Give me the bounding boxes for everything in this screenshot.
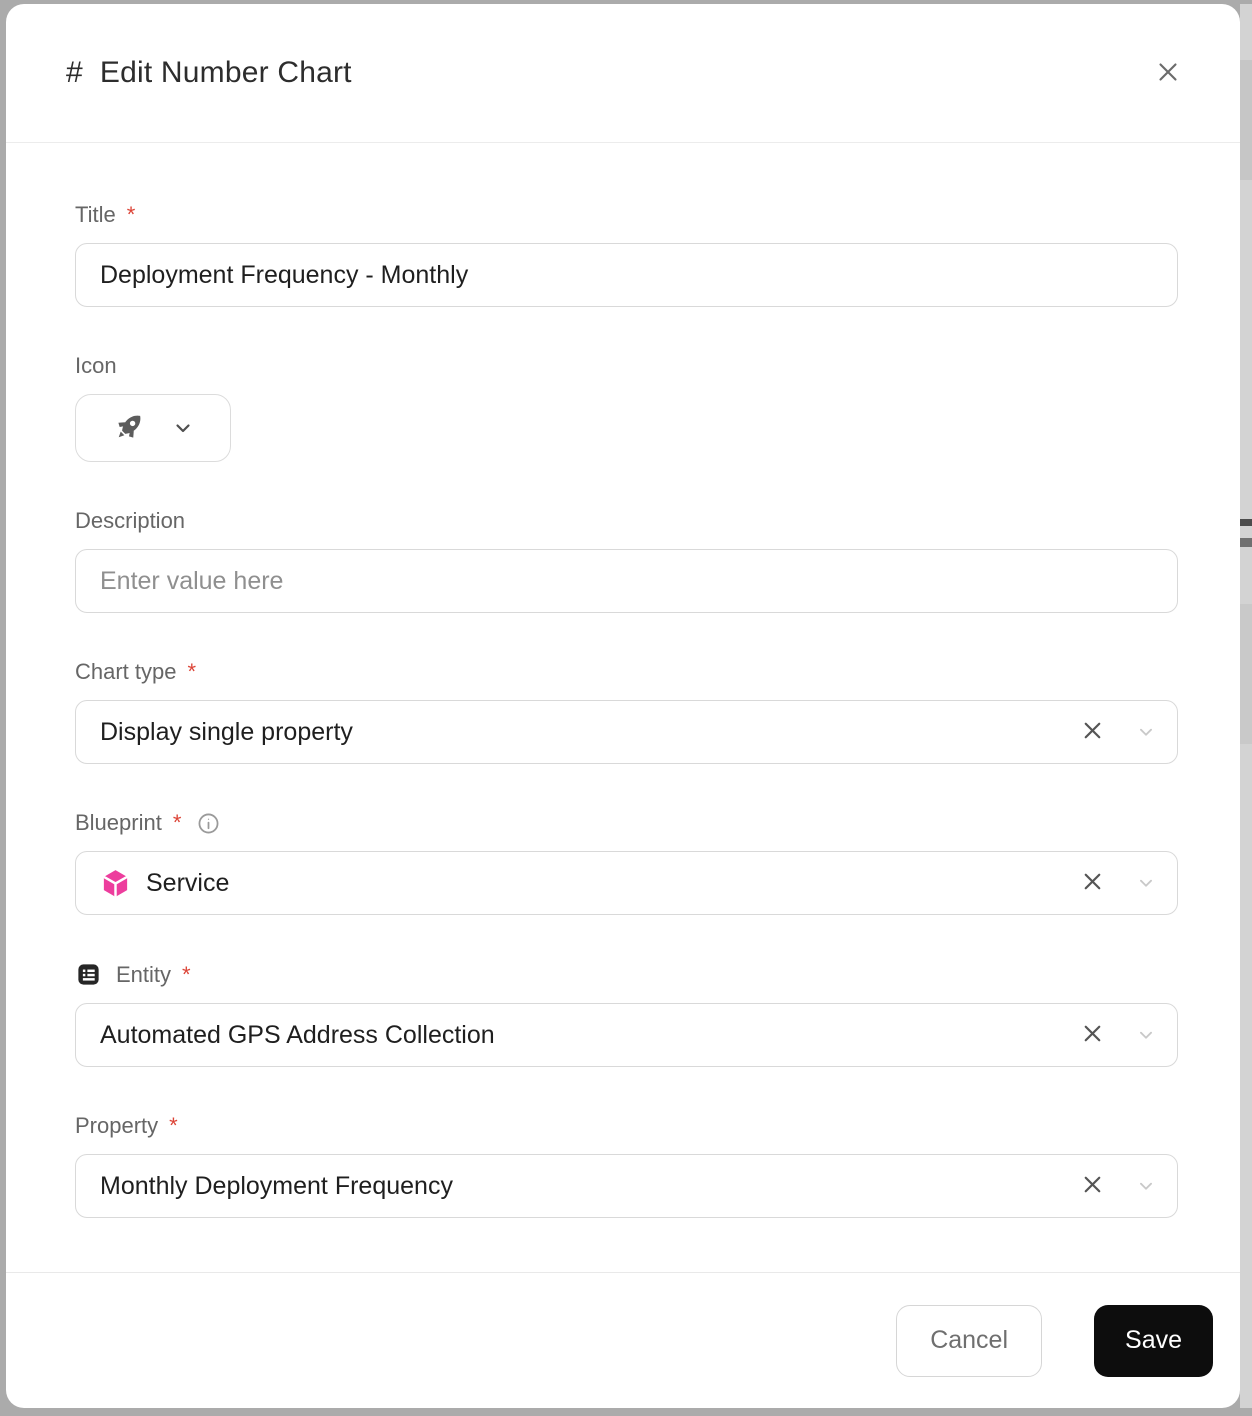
chevron-down-icon[interactable] <box>1135 1175 1157 1197</box>
dialog-header: # Edit Number Chart <box>6 4 1240 143</box>
chevron-down-icon[interactable] <box>1135 721 1157 743</box>
clear-icon <box>1080 718 1105 746</box>
blueprint-field-group: Blueprint * Service <box>75 810 1178 915</box>
save-button[interactable]: Save <box>1094 1305 1213 1377</box>
property-select[interactable]: Monthly Deployment Frequency <box>75 1154 1178 1218</box>
chevron-down-icon[interactable] <box>1135 872 1157 894</box>
property-label: Property <box>75 1113 158 1139</box>
title-field-group: Title * <box>75 202 1178 307</box>
chart-type-label: Chart type <box>75 659 177 685</box>
icon-label: Icon <box>75 353 117 379</box>
blueprint-label: Blueprint <box>75 810 162 836</box>
entity-value: Automated GPS Address Collection <box>100 1021 1078 1050</box>
close-button[interactable] <box>1148 53 1188 93</box>
edit-number-chart-dialog: # Edit Number Chart Title * Icon <box>6 4 1240 1408</box>
dialog-footer: Cancel Save <box>6 1272 1240 1408</box>
rocket-icon <box>111 409 147 448</box>
chevron-down-icon[interactable] <box>1135 1024 1157 1046</box>
icon-field-group: Icon <box>75 353 1178 462</box>
description-label: Description <box>75 508 185 534</box>
cube-icon <box>100 868 131 899</box>
clear-icon <box>1080 1021 1105 1049</box>
clear-icon <box>1080 1172 1105 1200</box>
chart-type-value: Display single property <box>100 718 1078 747</box>
dialog-title: # Edit Number Chart <box>66 56 352 90</box>
property-clear-button[interactable] <box>1078 1172 1106 1200</box>
entity-select[interactable]: Automated GPS Address Collection <box>75 1003 1178 1067</box>
chart-type-select[interactable]: Display single property <box>75 700 1178 764</box>
property-field-group: Property * Monthly Deployment Frequency <box>75 1113 1178 1218</box>
icon-picker-button[interactable] <box>75 394 231 462</box>
blueprint-select[interactable]: Service <box>75 851 1178 915</box>
property-required-marker: * <box>169 1113 178 1139</box>
entity-field-group: Entity * Automated GPS Address Collection <box>75 961 1178 1067</box>
background-page-edge <box>1240 4 1252 1408</box>
chevron-down-icon <box>171 416 195 440</box>
blueprint-required-marker: * <box>173 810 182 836</box>
entity-required-marker: * <box>182 962 191 988</box>
description-field-group: Description <box>75 508 1178 613</box>
cancel-button[interactable]: Cancel <box>896 1305 1042 1377</box>
chart-type-required-marker: * <box>188 659 197 685</box>
dialog-title-text: Edit Number Chart <box>100 56 352 90</box>
list-icon <box>75 961 102 988</box>
chart-type-clear-button[interactable] <box>1078 718 1106 746</box>
blueprint-value: Service <box>146 869 1078 898</box>
chart-type-field-group: Chart type * Display single property <box>75 659 1178 764</box>
blueprint-clear-button[interactable] <box>1078 869 1106 897</box>
close-icon <box>1153 57 1183 90</box>
entity-clear-button[interactable] <box>1078 1021 1106 1049</box>
title-label: Title <box>75 202 116 228</box>
title-required-marker: * <box>127 202 136 228</box>
dialog-body: Title * Icon <box>6 143 1240 1272</box>
clear-icon <box>1080 869 1105 897</box>
hash-icon: # <box>66 56 83 90</box>
entity-label: Entity <box>116 962 171 988</box>
property-value: Monthly Deployment Frequency <box>100 1172 1078 1201</box>
info-icon[interactable] <box>196 811 221 836</box>
description-input[interactable] <box>75 549 1178 613</box>
title-input[interactable] <box>75 243 1178 307</box>
